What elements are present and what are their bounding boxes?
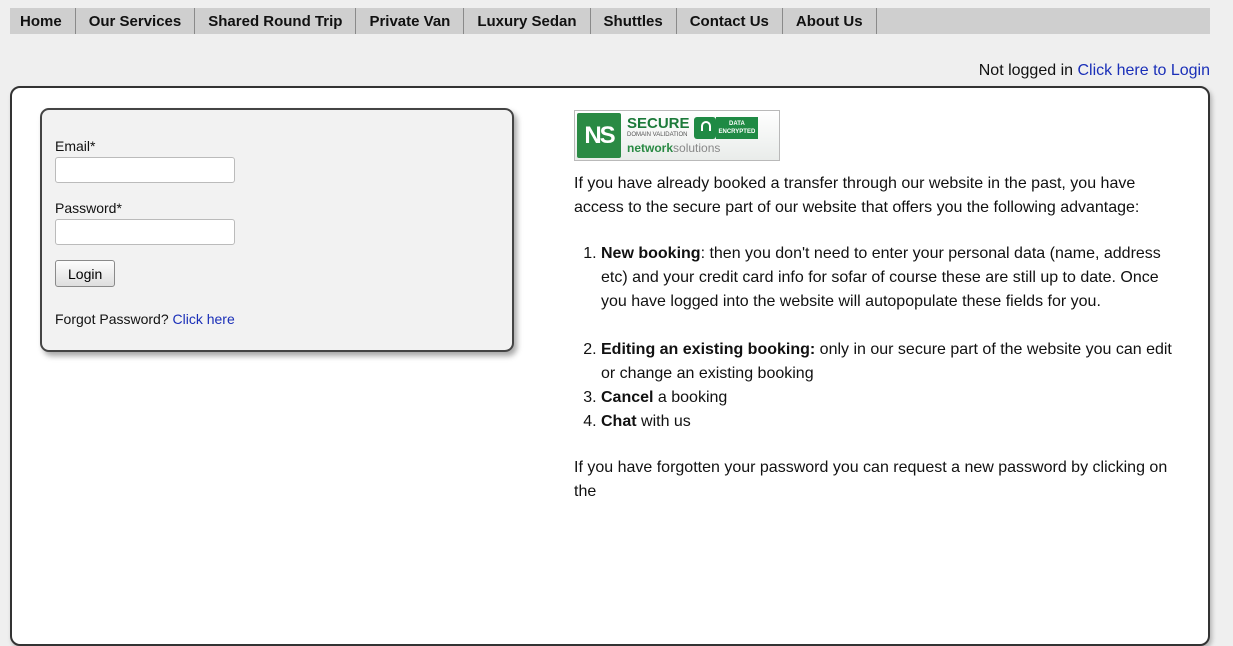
badge-secure-block: SECURE DOMAIN VALIDATION (627, 116, 690, 139)
nav-item-our-services[interactable]: Our Services (76, 8, 196, 34)
list-item-bold: Cancel (601, 389, 654, 406)
password-label: Password* (55, 200, 122, 216)
intro-paragraph: If you have already booked a transfer th… (574, 175, 1140, 216)
outro-paragraph: If you have forgotten your password you … (574, 459, 1168, 500)
forgot-password-text: Forgot Password? (55, 311, 169, 327)
login-link[interactable]: Click here to Login (1077, 62, 1210, 79)
login-status-text: Not logged in (978, 62, 1074, 79)
list-item-bold: Chat (601, 413, 637, 430)
login-form: Email* Password* Login Forgot Password? … (40, 108, 514, 352)
list-item-text: a booking (653, 389, 728, 406)
network-solutions-logo: NS (577, 113, 621, 158)
nav-item-shared-round-trip[interactable]: Shared Round Trip (195, 8, 357, 34)
badge-enc-line2: ENCRYPTED (718, 128, 756, 135)
forgot-password-link[interactable]: Click here (173, 311, 235, 327)
badge-brand: networksolutions (627, 141, 758, 155)
top-navigation: Home Our Services Shared Round Trip Priv… (10, 8, 1210, 34)
lock-icon (693, 116, 716, 139)
list-item: Chat with us (601, 410, 1174, 434)
badge-text: SECURE DOMAIN VALIDATION DATA ENCRYPTED … (627, 116, 759, 155)
nav-item-luxury-sedan[interactable]: Luxury Sedan (464, 8, 591, 34)
badge-encrypted: DATA ENCRYPTED (715, 116, 759, 139)
benefits-list: New booking: then you don't need to ente… (574, 242, 1174, 434)
email-label: Email* (55, 138, 96, 154)
list-item: Editing an existing booking: only in our… (601, 338, 1174, 386)
nav-item-shuttles[interactable]: Shuttles (591, 8, 677, 34)
badge-sub-label: DOMAIN VALIDATION (627, 132, 688, 138)
nav-item-about-us[interactable]: About Us (783, 8, 877, 34)
secure-seal-badge[interactable]: NS SECURE DOMAIN VALIDATION DATA ENCRYPT… (574, 110, 780, 161)
list-item: New booking: then you don't need to ente… (601, 242, 1174, 314)
forgot-password: Forgot Password? Click here (55, 311, 512, 327)
account-benefits-text: If you have already booked a transfer th… (574, 172, 1174, 504)
badge-brand-b: solutions (673, 141, 721, 155)
badge-enc-line1: DATA (729, 120, 745, 127)
password-field[interactable] (55, 219, 235, 245)
nav-item-private-van[interactable]: Private Van (356, 8, 465, 34)
email-field[interactable] (55, 157, 235, 183)
nav-item-home[interactable]: Home (10, 8, 76, 34)
login-button[interactable]: Login (55, 260, 116, 287)
list-item-bold: Editing an existing booking: (601, 341, 816, 358)
login-status: Not logged in Click here to Login (979, 62, 1210, 80)
badge-top-row: SECURE DOMAIN VALIDATION DATA ENCRYPTED (627, 116, 759, 139)
badge-secure-label: SECURE (627, 115, 690, 132)
list-item-text: with us (636, 413, 691, 430)
badge-brand-a: network (627, 141, 674, 155)
list-item: Cancel a booking (601, 386, 1174, 410)
nav-item-contact-us[interactable]: Contact Us (677, 8, 783, 34)
list-item-bold: New booking (601, 245, 701, 262)
